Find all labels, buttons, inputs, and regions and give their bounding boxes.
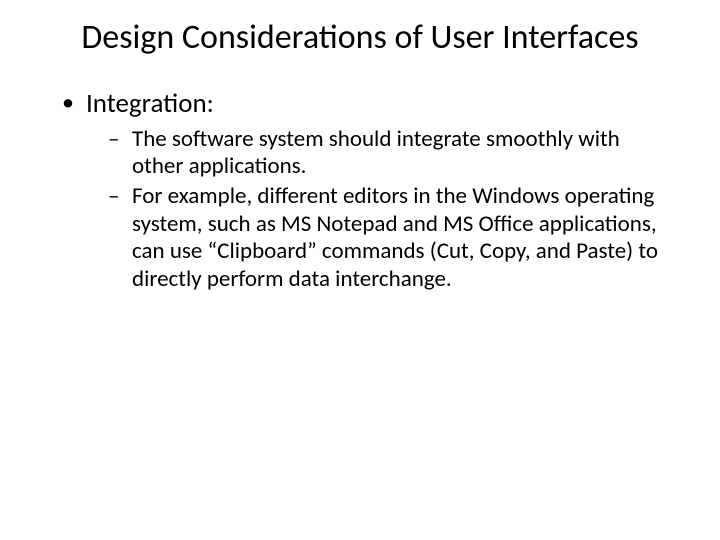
sub-bullet-text: The software system should integrate smo… — [132, 125, 620, 181]
slide-title: Design Considerations of User Interfaces — [50, 18, 670, 59]
list-item: For example, different editors in the Wi… — [108, 183, 670, 293]
bullet-list-level2: The software system should integrate smo… — [86, 126, 670, 294]
list-item: The software system should integrate smo… — [108, 126, 670, 181]
bullet-list-level1: Integration: The software system should … — [50, 87, 670, 294]
list-item: Integration: The software system should … — [62, 87, 670, 294]
bullet-label: Integration: — [86, 87, 214, 120]
sub-bullet-text: For example, different editors in the Wi… — [132, 182, 658, 293]
